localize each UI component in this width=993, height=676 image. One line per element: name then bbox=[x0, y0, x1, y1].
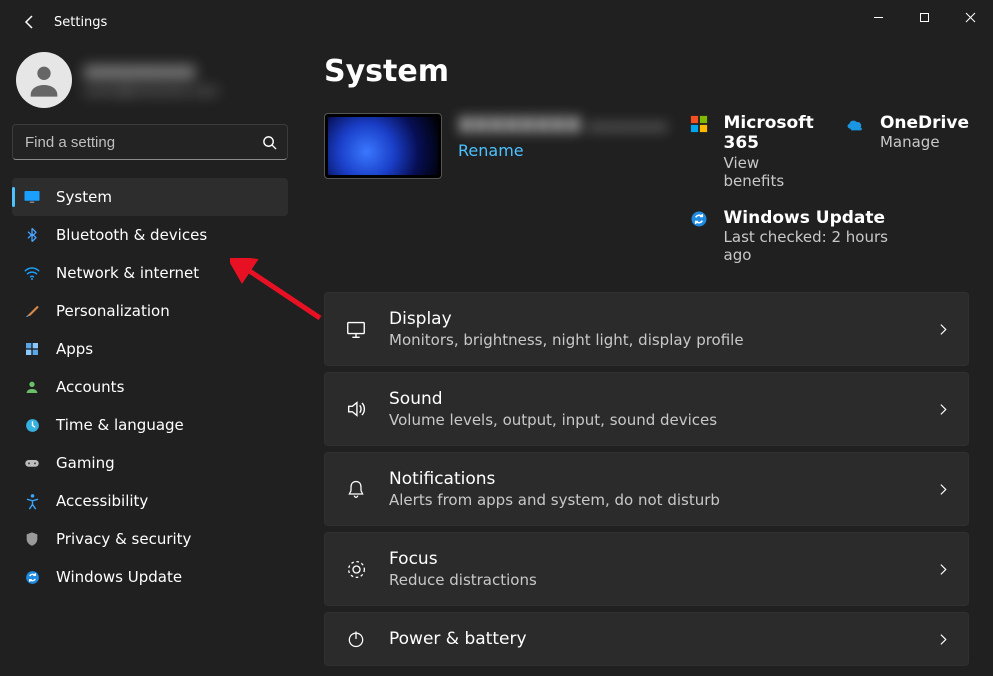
search-icon bbox=[261, 134, 277, 150]
onedrive-link[interactable]: OneDrive Manage bbox=[844, 113, 969, 190]
main-content: System XXXXXXXX XXXXXXXXX Rename bbox=[300, 44, 993, 676]
maximize-button[interactable] bbox=[901, 0, 947, 34]
wifi-icon bbox=[22, 263, 42, 283]
display-icon bbox=[343, 318, 369, 340]
system-summary-row: XXXXXXXX XXXXXXXXX Rename Microsoft 365 … bbox=[324, 113, 969, 264]
search-box[interactable] bbox=[12, 124, 288, 160]
focus-icon bbox=[343, 559, 369, 580]
clock-icon bbox=[22, 415, 42, 435]
chevron-right-icon bbox=[934, 563, 950, 576]
sidebar-item-label: Privacy & security bbox=[56, 530, 191, 548]
sidebar-item-label: Time & language bbox=[56, 416, 184, 434]
shield-icon bbox=[22, 529, 42, 549]
titlebar: Settings bbox=[0, 0, 993, 44]
sidebar-item-gaming[interactable]: Gaming bbox=[12, 444, 288, 482]
status-sub: View benefits bbox=[724, 154, 814, 190]
card-sub: Volume levels, output, input, sound devi… bbox=[389, 411, 914, 429]
gamepad-icon bbox=[22, 453, 42, 473]
sidebar-item-label: Windows Update bbox=[56, 568, 182, 586]
sync-icon bbox=[22, 567, 42, 587]
sidebar-item-label: Accessibility bbox=[56, 492, 148, 510]
device-model: XXXXXXXXX bbox=[587, 121, 667, 136]
card-title: Focus bbox=[389, 549, 914, 569]
microsoft-365-link[interactable]: Microsoft 365 View benefits bbox=[688, 113, 814, 190]
user-email: xxxxx@xxxxxxxx.com bbox=[84, 84, 284, 98]
settings-cards: Display Monitors, brightness, night ligh… bbox=[324, 292, 969, 666]
accessibility-icon bbox=[22, 491, 42, 511]
sidebar-item-label: Network & internet bbox=[56, 264, 199, 282]
status-sub: Manage bbox=[880, 133, 969, 151]
microsoft-365-icon bbox=[688, 113, 710, 135]
sidebar-item-label: System bbox=[56, 188, 112, 206]
chevron-right-icon bbox=[934, 323, 950, 336]
windows-update-link[interactable]: Windows Update Last checked: 2 hours ago bbox=[688, 208, 969, 264]
card-display[interactable]: Display Monitors, brightness, night ligh… bbox=[324, 292, 969, 366]
close-button[interactable] bbox=[947, 0, 993, 34]
card-power[interactable]: Power & battery bbox=[324, 612, 969, 666]
card-sound[interactable]: Sound Volume levels, output, input, soun… bbox=[324, 372, 969, 446]
device-block: XXXXXXXX XXXXXXXXX Rename bbox=[324, 113, 668, 264]
chevron-right-icon bbox=[934, 403, 950, 416]
user-name: XXXXXXXXX bbox=[84, 63, 284, 82]
sidebar-item-accounts[interactable]: Accounts bbox=[12, 368, 288, 406]
sidebar-item-bluetooth[interactable]: Bluetooth & devices bbox=[12, 216, 288, 254]
rename-link[interactable]: Rename bbox=[458, 141, 668, 160]
monitor-icon bbox=[22, 187, 42, 207]
chevron-right-icon bbox=[934, 633, 950, 646]
onedrive-icon bbox=[844, 113, 866, 135]
status-title: OneDrive bbox=[880, 113, 969, 133]
sidebar-item-label: Apps bbox=[56, 340, 93, 358]
sidebar-item-label: Gaming bbox=[56, 454, 115, 472]
sidebar-item-accessibility[interactable]: Accessibility bbox=[12, 482, 288, 520]
back-button[interactable] bbox=[14, 6, 46, 38]
card-sub: Monitors, brightness, night light, displ… bbox=[389, 331, 914, 349]
card-title: Sound bbox=[389, 389, 914, 409]
status-sub: Last checked: 2 hours ago bbox=[724, 228, 904, 264]
window-title: Settings bbox=[54, 15, 107, 30]
page-title: System bbox=[324, 54, 969, 89]
bell-icon bbox=[343, 479, 369, 499]
person-icon bbox=[22, 377, 42, 397]
sidebar-item-privacy[interactable]: Privacy & security bbox=[12, 520, 288, 558]
brush-icon bbox=[22, 301, 42, 321]
nav-list: System Bluetooth & devices Network & int… bbox=[12, 178, 288, 596]
card-title: Power & battery bbox=[389, 629, 914, 649]
sidebar-item-update[interactable]: Windows Update bbox=[12, 558, 288, 596]
avatar bbox=[16, 52, 72, 108]
sidebar: XXXXXXXXX xxxxx@xxxxxxxx.com System Bl bbox=[0, 44, 300, 676]
card-focus[interactable]: Focus Reduce distractions bbox=[324, 532, 969, 606]
status-column: Microsoft 365 View benefits OneDrive Man… bbox=[688, 113, 969, 264]
user-info: XXXXXXXXX xxxxx@xxxxxxxx.com bbox=[84, 63, 284, 98]
apps-icon bbox=[22, 339, 42, 359]
device-thumbnail[interactable] bbox=[324, 113, 442, 179]
window-controls bbox=[855, 0, 993, 34]
card-title: Notifications bbox=[389, 469, 914, 489]
device-name: XXXXXXXX bbox=[458, 113, 581, 137]
status-title: Windows Update bbox=[724, 208, 904, 228]
card-sub: Alerts from apps and system, do not dist… bbox=[389, 491, 914, 509]
power-icon bbox=[343, 629, 369, 649]
sidebar-item-time[interactable]: Time & language bbox=[12, 406, 288, 444]
user-block[interactable]: XXXXXXXXX xxxxx@xxxxxxxx.com bbox=[12, 44, 288, 120]
update-icon bbox=[688, 208, 710, 230]
sidebar-item-personalization[interactable]: Personalization bbox=[12, 292, 288, 330]
sidebar-item-label: Bluetooth & devices bbox=[56, 226, 207, 244]
search-input[interactable] bbox=[23, 133, 261, 152]
sidebar-item-network[interactable]: Network & internet bbox=[12, 254, 288, 292]
bluetooth-icon bbox=[22, 225, 42, 245]
sidebar-item-apps[interactable]: Apps bbox=[12, 330, 288, 368]
chevron-right-icon bbox=[934, 483, 950, 496]
sound-icon bbox=[343, 398, 369, 420]
card-notifications[interactable]: Notifications Alerts from apps and syste… bbox=[324, 452, 969, 526]
minimize-button[interactable] bbox=[855, 0, 901, 34]
sidebar-item-label: Accounts bbox=[56, 378, 124, 396]
wallpaper-preview bbox=[328, 117, 438, 175]
sidebar-item-label: Personalization bbox=[56, 302, 170, 320]
status-title: Microsoft 365 bbox=[724, 113, 814, 154]
card-sub: Reduce distractions bbox=[389, 571, 914, 589]
card-title: Display bbox=[389, 309, 914, 329]
sidebar-item-system[interactable]: System bbox=[12, 178, 288, 216]
